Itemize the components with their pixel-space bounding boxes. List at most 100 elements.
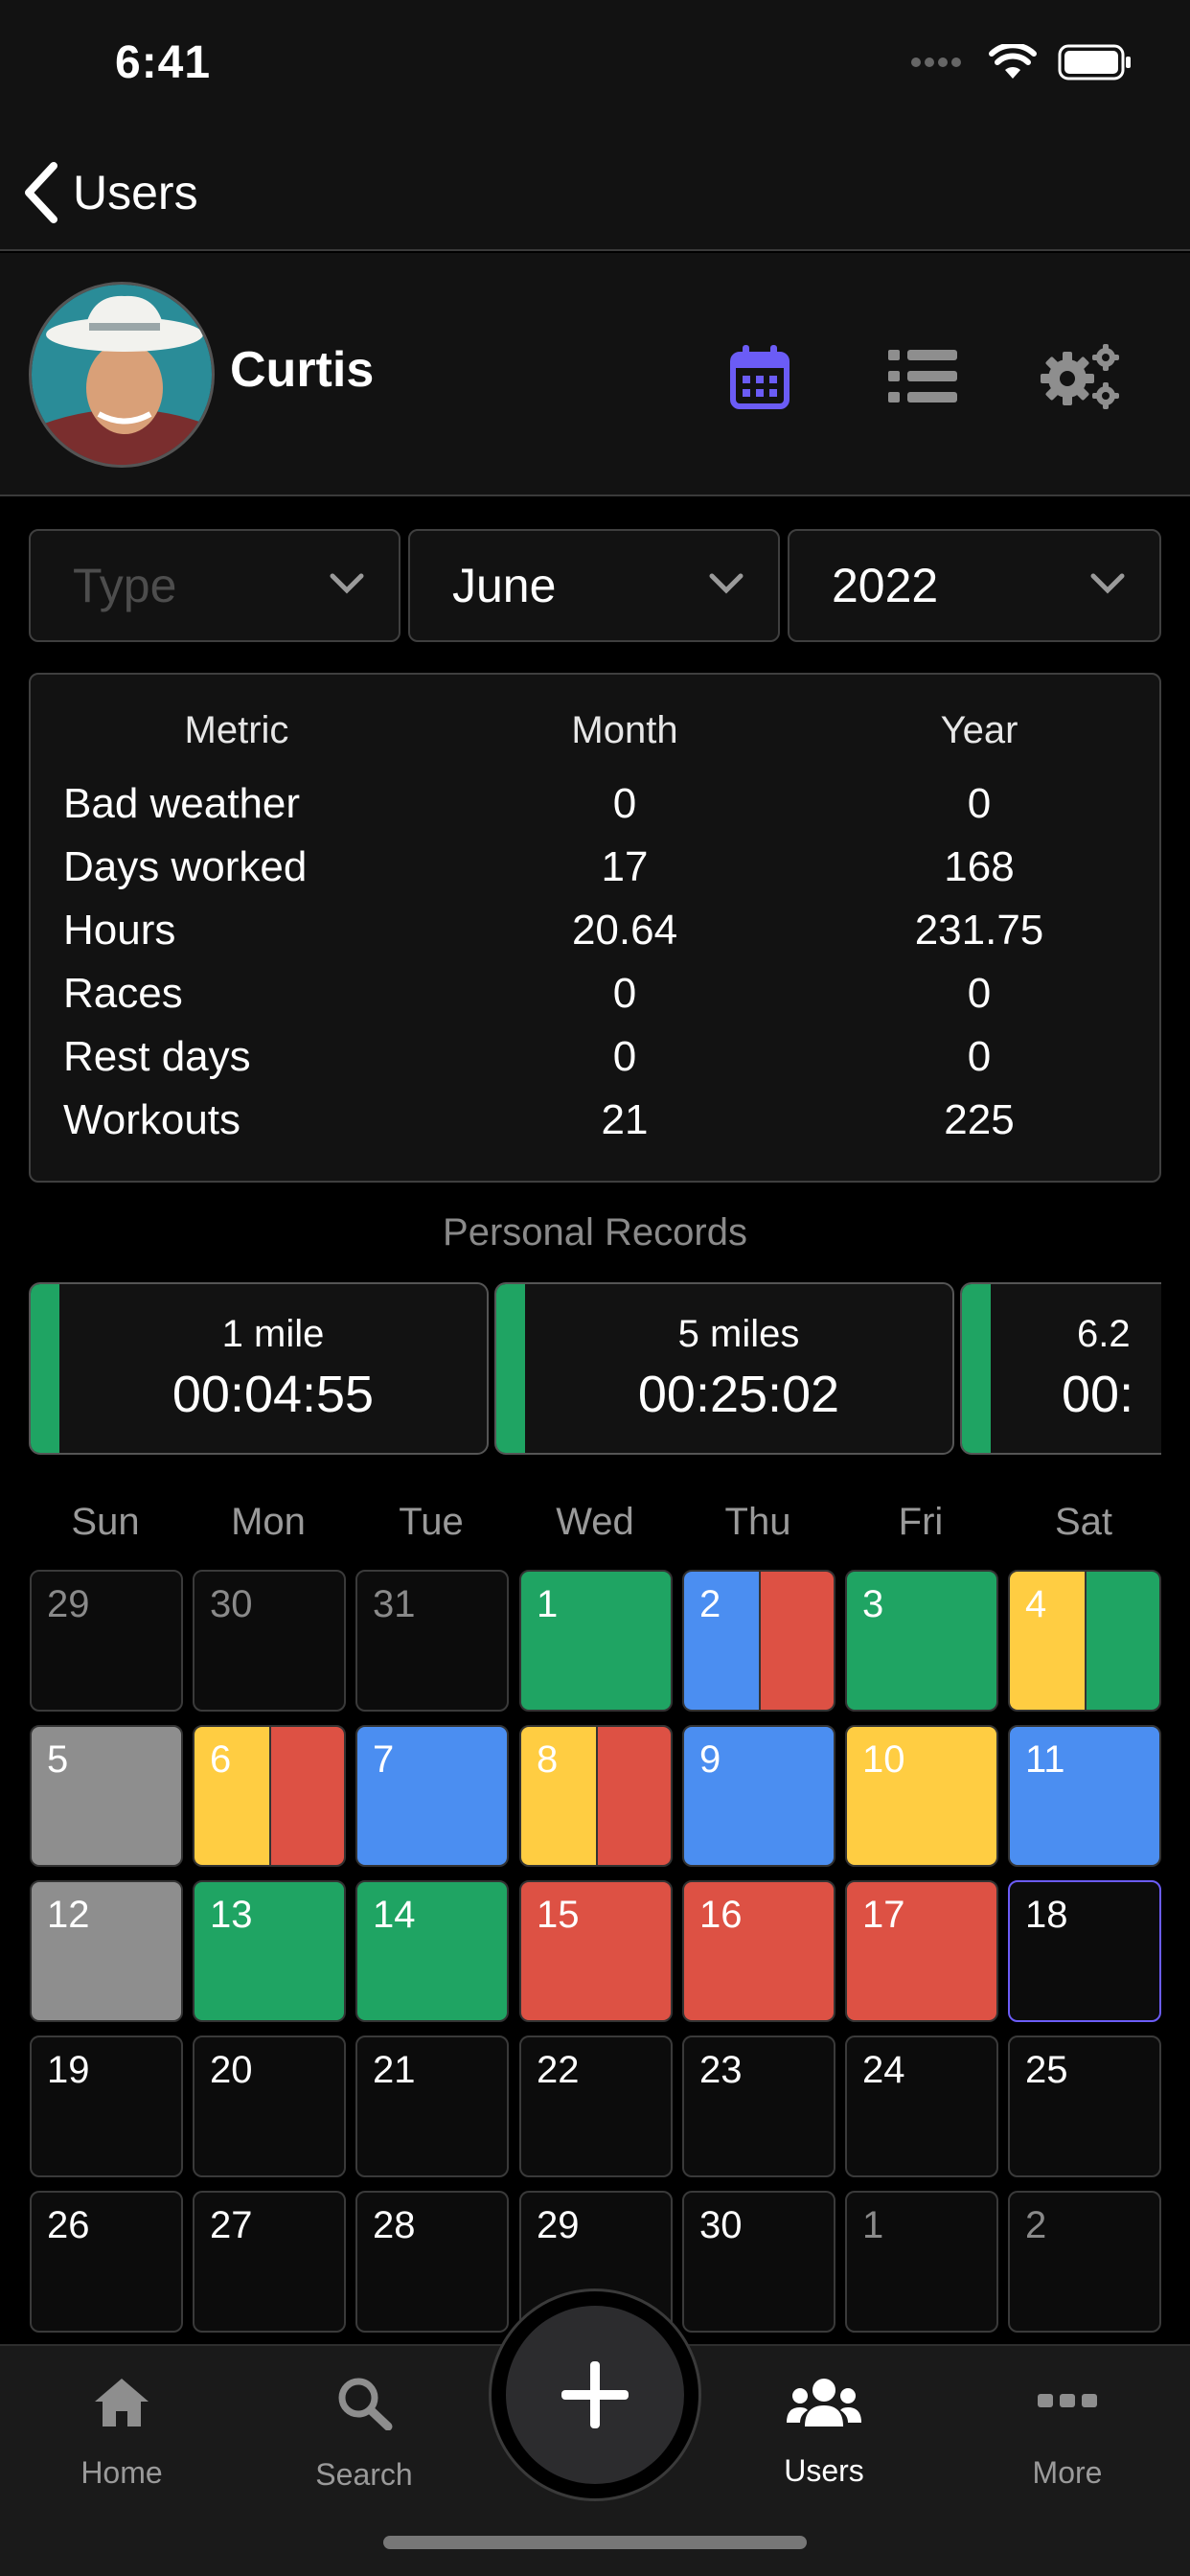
back-button[interactable]: Users bbox=[21, 157, 198, 228]
day-activity-segment bbox=[269, 1727, 344, 1865]
tab-users[interactable]: Users bbox=[728, 2375, 920, 2489]
day-number: 27 bbox=[210, 2204, 253, 2246]
calendar-day[interactable]: 22 bbox=[519, 2036, 673, 2177]
calendar-day[interactable]: 25 bbox=[1008, 2036, 1161, 2177]
personal-records-carousel[interactable]: 1 mile 00:04:55 5 miles 00:25:02 6.2 00: bbox=[29, 1282, 1161, 1457]
add-button[interactable] bbox=[506, 2306, 684, 2484]
calendar-day[interactable]: 4 bbox=[1008, 1570, 1161, 1712]
record-card[interactable]: 1 mile 00:04:55 bbox=[29, 1282, 489, 1455]
calendar-day-today[interactable]: 18 bbox=[1008, 1880, 1161, 2022]
day-number: 30 bbox=[210, 1583, 253, 1625]
status-time: 6:41 bbox=[115, 37, 212, 88]
calendar-day[interactable]: 23 bbox=[682, 2036, 835, 2177]
day-number: 16 bbox=[699, 1894, 743, 1936]
calendar-day[interactable]: 27 bbox=[193, 2191, 346, 2333]
metrics-row: Bad weather 0 0 bbox=[31, 780, 1159, 843]
year-column-header: Year bbox=[940, 709, 1018, 751]
metric-year-value: 231.75 bbox=[914, 907, 1044, 954]
record-card[interactable]: 5 miles 00:25:02 bbox=[494, 1282, 954, 1455]
tab-search[interactable]: Search bbox=[268, 2375, 460, 2493]
metric-name: Days worked bbox=[63, 843, 308, 890]
day-number: 31 bbox=[373, 1583, 416, 1625]
calendar-day[interactable]: 28 bbox=[355, 2191, 509, 2333]
day-number: 21 bbox=[373, 2049, 416, 2091]
calendar-day[interactable]: 26 bbox=[30, 2191, 183, 2333]
calendar-day[interactable]: 30 bbox=[193, 1570, 346, 1712]
wifi-icon bbox=[989, 44, 1037, 79]
metric-column-header: Metric bbox=[184, 709, 289, 751]
avatar[interactable] bbox=[29, 282, 215, 468]
metric-month-value: 21 bbox=[601, 1096, 649, 1143]
metrics-row: Races 0 0 bbox=[31, 970, 1159, 1033]
user-name: Curtis bbox=[230, 342, 375, 398]
day-number: 14 bbox=[373, 1894, 416, 1936]
weekday-label: Thu bbox=[724, 1501, 791, 1543]
calendar-day[interactable]: 16 bbox=[682, 1880, 835, 2022]
calendar-day[interactable]: 13 bbox=[193, 1880, 346, 2022]
settings-button[interactable] bbox=[1039, 334, 1125, 420]
calendar-day[interactable]: 30 bbox=[682, 2191, 835, 2333]
metric-year-value: 225 bbox=[944, 1096, 1015, 1143]
calendar-day[interactable]: 21 bbox=[355, 2036, 509, 2177]
calendar-day[interactable]: 6 bbox=[193, 1725, 346, 1867]
metrics-row: Workouts 21 225 bbox=[31, 1096, 1159, 1160]
calendar-day[interactable]: 1 bbox=[845, 2191, 998, 2333]
year-select[interactable]: 2022 bbox=[788, 529, 1161, 642]
home-indicator bbox=[383, 2536, 807, 2549]
metrics-table: Metric Month Year Bad weather 0 0 Days w… bbox=[29, 673, 1161, 1183]
metrics-row: Rest days 0 0 bbox=[31, 1033, 1159, 1096]
calendar-day[interactable]: 15 bbox=[519, 1880, 673, 2022]
calendar-day[interactable]: 14 bbox=[355, 1880, 509, 2022]
gears-icon bbox=[1041, 344, 1119, 409]
day-number: 18 bbox=[1025, 1894, 1068, 1936]
calendar-day[interactable]: 12 bbox=[30, 1880, 183, 2022]
record-card[interactable]: 6.2 00: bbox=[960, 1282, 1161, 1455]
calendar-day[interactable]: 17 bbox=[845, 1880, 998, 2022]
calendar-day[interactable]: 3 bbox=[845, 1570, 998, 1712]
record-color-bar bbox=[496, 1284, 525, 1453]
weekday-label: Tue bbox=[399, 1501, 464, 1543]
metric-name: Bad weather bbox=[63, 780, 301, 827]
calendar-day[interactable]: 8 bbox=[519, 1725, 673, 1867]
day-number: 8 bbox=[537, 1738, 559, 1781]
metric-month-value: 0 bbox=[612, 780, 637, 827]
metric-month-value: 20.64 bbox=[571, 907, 678, 954]
users-icon bbox=[787, 2379, 861, 2426]
tab-search-label: Search bbox=[315, 2457, 413, 2492]
metric-month-value: 17 bbox=[601, 843, 649, 890]
metric-year-value: 0 bbox=[967, 970, 992, 1017]
plus-icon bbox=[561, 2361, 629, 2428]
record-value: 00:25:02 bbox=[637, 1366, 840, 1423]
calendar-day[interactable]: 20 bbox=[193, 2036, 346, 2177]
day-number: 25 bbox=[1025, 2049, 1068, 2091]
weekday-label: Fri bbox=[898, 1501, 944, 1543]
calendar-day[interactable]: 7 bbox=[355, 1725, 509, 1867]
status-icons bbox=[910, 44, 1133, 80]
calendar-day[interactable]: 11 bbox=[1008, 1725, 1161, 1867]
more-icon bbox=[1038, 2394, 1097, 2407]
calendar-day[interactable]: 31 bbox=[355, 1570, 509, 1712]
calendar-day[interactable]: 24 bbox=[845, 2036, 998, 2177]
tab-users-label: Users bbox=[784, 2453, 864, 2488]
calendar-day[interactable]: 5 bbox=[30, 1725, 183, 1867]
calendar-day[interactable]: 10 bbox=[845, 1725, 998, 1867]
calendar-day[interactable]: 1 bbox=[519, 1570, 673, 1712]
chevron-left-icon bbox=[25, 162, 57, 223]
day-number: 30 bbox=[699, 2204, 743, 2246]
day-number: 17 bbox=[862, 1894, 905, 1936]
month-select[interactable]: June bbox=[408, 529, 780, 642]
calendar-day[interactable]: 9 bbox=[682, 1725, 835, 1867]
day-number: 4 bbox=[1025, 1583, 1047, 1625]
tab-more[interactable]: More bbox=[972, 2375, 1163, 2491]
calendar-day[interactable]: 19 bbox=[30, 2036, 183, 2177]
calendar-day[interactable]: 2 bbox=[1008, 2191, 1161, 2333]
type-select[interactable]: Type bbox=[29, 529, 400, 642]
calendar-view-button[interactable] bbox=[717, 334, 803, 420]
tab-home[interactable]: Home bbox=[26, 2375, 217, 2491]
day-number: 26 bbox=[47, 2204, 90, 2246]
chevron-down-icon bbox=[330, 573, 364, 594]
chevron-down-icon bbox=[709, 573, 744, 594]
calendar-day[interactable]: 29 bbox=[30, 1570, 183, 1712]
list-view-button[interactable] bbox=[880, 334, 966, 420]
calendar-day[interactable]: 2 bbox=[682, 1570, 835, 1712]
